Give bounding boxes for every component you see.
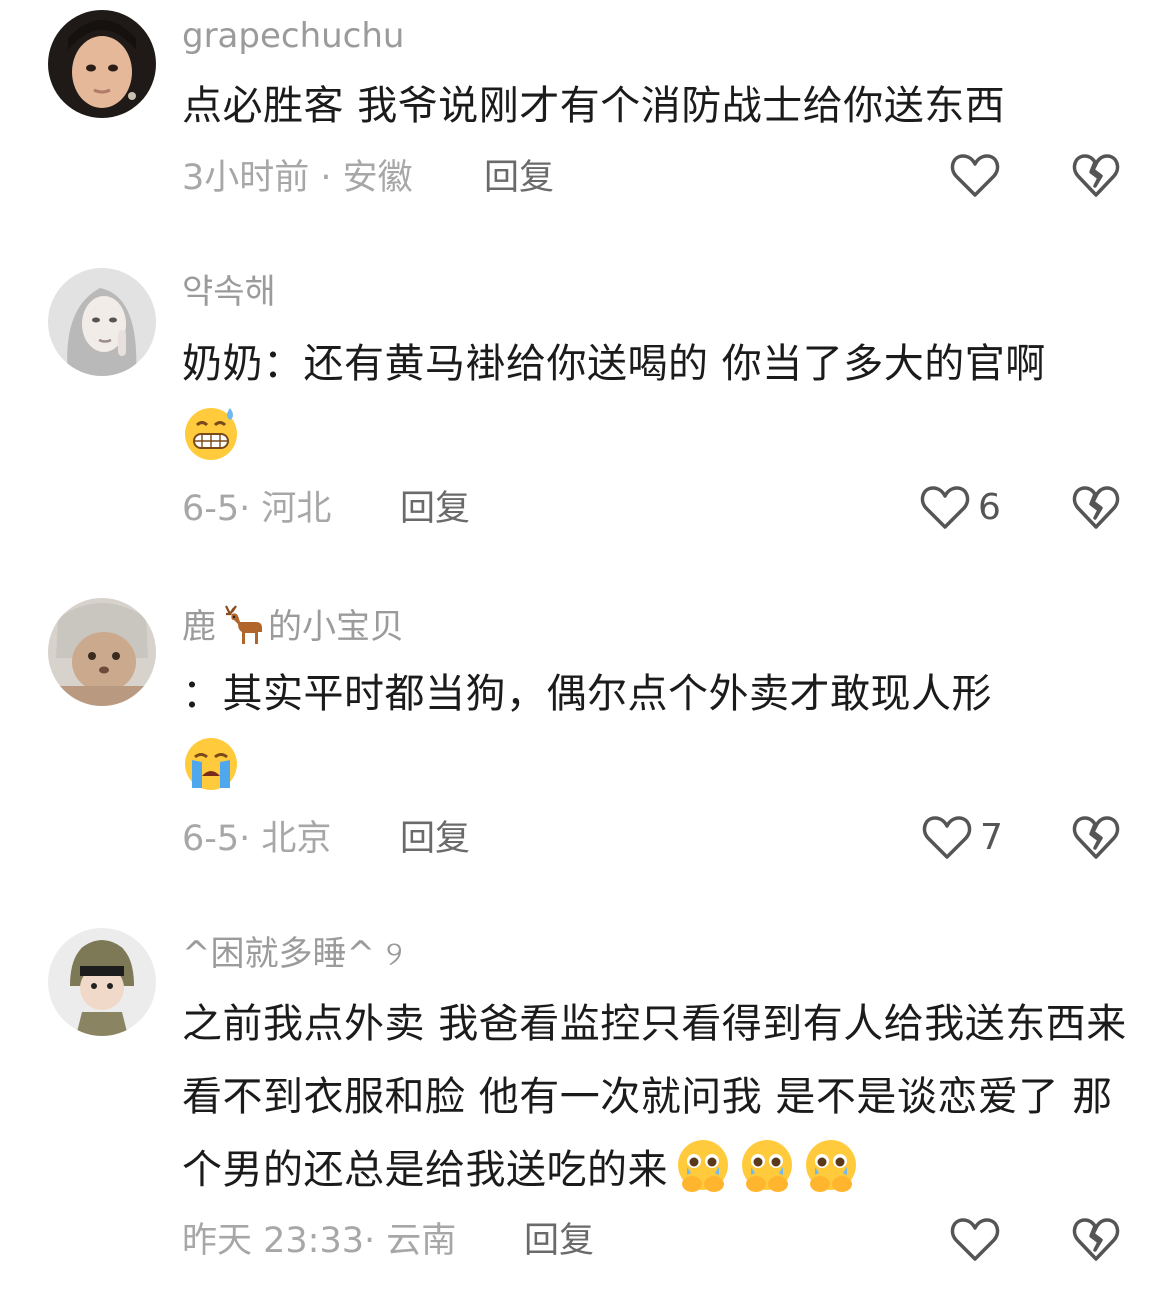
comment-meta: 3小时前 · 安徽 (182, 158, 413, 198)
like-count: 7 (980, 817, 1003, 858)
comment-text: ：其实平时都当狗，偶尔点个外卖才敢现人形 (182, 658, 1127, 804)
username[interactable]: 鹿 的小宝贝 (182, 602, 404, 647)
reply-button[interactable]: 回复 (484, 156, 554, 200)
broken-heart-icon[interactable] (1072, 815, 1120, 861)
comment-meta: 昨天 23:33· 云南 (182, 1221, 457, 1261)
broken-heart-icon[interactable] (1072, 153, 1120, 199)
comment-meta: 6-5· 河北 (182, 489, 332, 529)
like-button[interactable]: 6 (920, 485, 1001, 531)
username-part: 的小宝贝 (268, 607, 404, 647)
comment-text-content: 奶奶：还有黄马褂给你送喝的 你当了多大的官啊 (182, 341, 1046, 387)
comment-text-content: ：其实平时都当狗，偶尔点个外卖才敢现人形 (182, 671, 992, 717)
comment-text: 点必胜客 我爷说刚才有个消防战士给你送东西 (182, 83, 1006, 129)
face-holding-back-tears-icon (738, 1137, 796, 1195)
face-holding-back-tears-icon (674, 1137, 732, 1195)
comment-text: 奶奶：还有黄马褂给你送喝的 你当了多大的官啊 (182, 328, 1127, 474)
comment-text-content: 之前我点外卖 我爸看监控只看得到有人给我送东西来看不到衣服和脸 他有一次就问我 … (182, 1001, 1127, 1193)
heart-outline-icon (922, 815, 972, 861)
face-holding-back-tears-icon (802, 1137, 860, 1195)
heart-outline-icon (950, 153, 1000, 199)
avatar[interactable] (48, 598, 156, 706)
username[interactable]: ^困就多睡^ ୨ (182, 934, 403, 974)
comment-item: grapechuchu 点必胜客 我爷说刚才有个消防战士给你送东西 3小时前 ·… (0, 0, 1170, 230)
avatar[interactable] (48, 268, 156, 376)
like-button[interactable] (950, 1217, 1000, 1263)
username[interactable]: grapechuchu (182, 16, 404, 56)
avatar[interactable] (48, 928, 156, 1036)
avatar[interactable] (48, 10, 156, 118)
loudly-crying-emoji-icon (182, 734, 240, 792)
username-part: 鹿 (182, 607, 216, 647)
reply-button[interactable]: 回复 (524, 1219, 594, 1263)
heart-outline-icon (920, 485, 970, 531)
broken-heart-icon[interactable] (1072, 485, 1120, 531)
reply-button[interactable]: 回复 (400, 817, 470, 861)
grimace-sweat-emoji-icon (182, 404, 240, 462)
like-button[interactable] (950, 153, 1000, 199)
broken-heart-icon[interactable] (1072, 1217, 1120, 1263)
comment-meta: 6-5· 北京 (182, 819, 332, 859)
username[interactable]: 약속해 (182, 272, 276, 312)
like-count: 6 (978, 487, 1001, 528)
deer-icon (218, 602, 266, 646)
like-button[interactable]: 7 (922, 815, 1003, 861)
comment-text: 之前我点外卖 我爸看监控只看得到有人给我送东西来看不到衣服和脸 他有一次就问我 … (182, 988, 1127, 1207)
reply-button[interactable]: 回复 (400, 487, 470, 531)
heart-outline-icon (950, 1217, 1000, 1263)
